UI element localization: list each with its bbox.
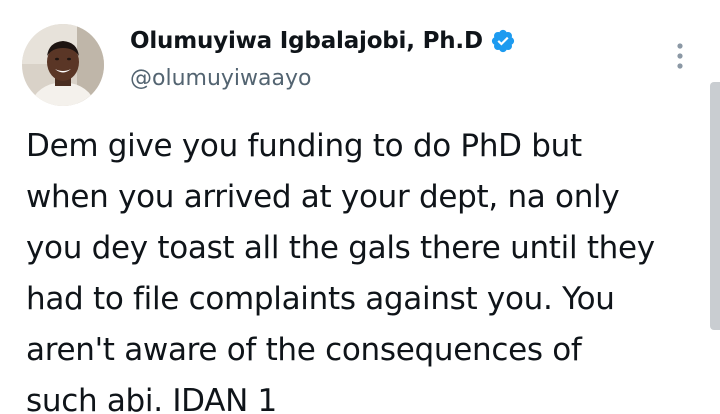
tweet-text-line: had to file complaints against you. You	[26, 281, 615, 317]
more-options-icon[interactable]	[668, 40, 692, 72]
avatar[interactable]	[22, 24, 104, 106]
author-handle[interactable]: @olumuyiwaayo	[130, 66, 311, 91]
tweet-text: Dem give you funding to do PhD but when …	[26, 121, 706, 414]
tweet-text-line: aren't aware of the consequences of	[26, 332, 582, 368]
scrollbar[interactable]	[710, 82, 720, 330]
tweet-text-line: when you arrived at your dept, na only	[26, 179, 620, 215]
tweet-text-line: you dey toast all the gals there until t…	[26, 230, 655, 266]
author-name-row[interactable]: Olumuyiwa Igbalajobi, Ph.D	[130, 28, 516, 54]
tweet-text-line: such abi. IDAN 1	[26, 383, 277, 414]
tweet-text-line: Dem give you funding to do PhD but	[26, 128, 582, 164]
avatar-photo	[22, 24, 104, 106]
author-display-name[interactable]: Olumuyiwa Igbalajobi, Ph.D	[130, 28, 483, 54]
verified-badge-icon	[491, 29, 514, 53]
tweet-card: Olumuyiwa Igbalajobi, Ph.D @olumuyiwaayo…	[0, 0, 720, 414]
